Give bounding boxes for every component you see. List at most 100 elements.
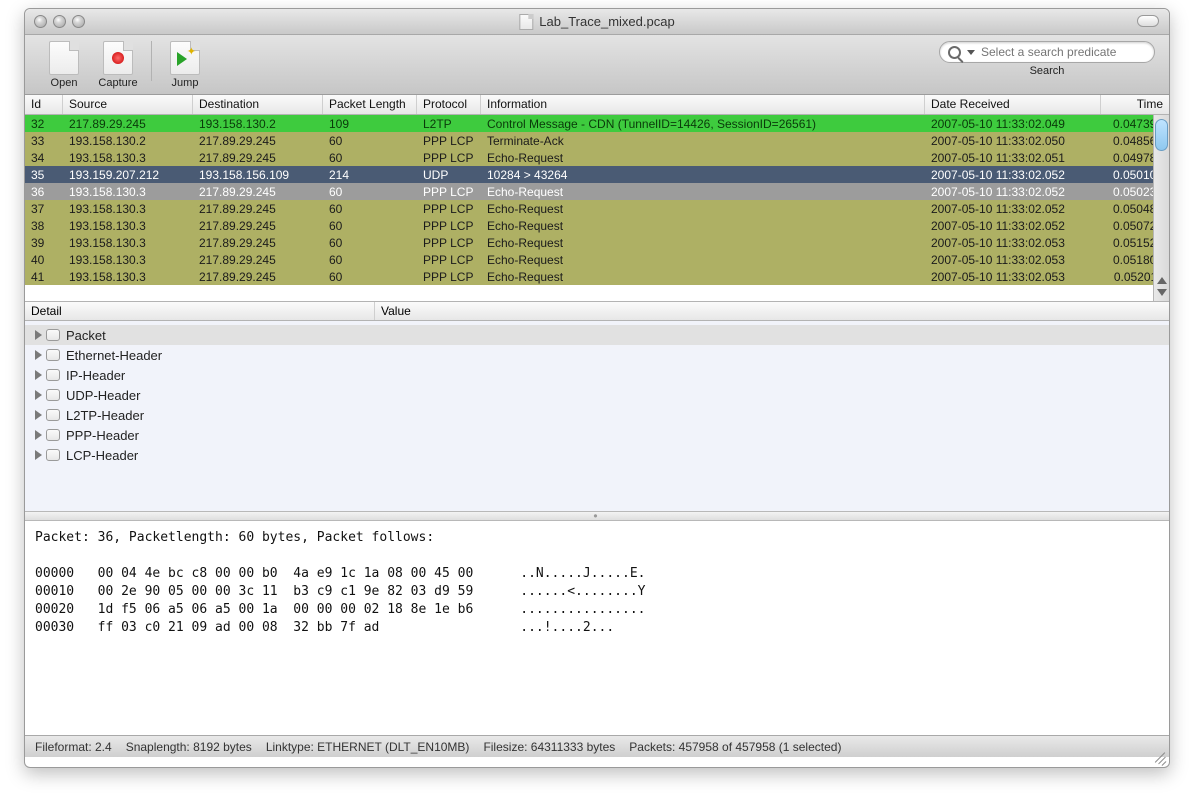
detail-node-label: L2TP-Header bbox=[66, 408, 144, 423]
detail-node-label: LCP-Header bbox=[66, 448, 138, 463]
detail-node[interactable]: L2TP-Header bbox=[35, 405, 1169, 425]
capture-button[interactable]: Capture bbox=[91, 41, 145, 89]
detail-node-label: PPP-Header bbox=[66, 428, 139, 443]
cell-destination: 217.89.29.245 bbox=[193, 251, 323, 269]
cell-id: 33 bbox=[25, 132, 63, 150]
capture-label: Capture bbox=[98, 77, 137, 89]
chevron-down-icon[interactable] bbox=[967, 50, 975, 55]
app-window: Lab_Trace_mixed.pcap Open Capture ✦ Jump… bbox=[24, 8, 1170, 768]
detail-node[interactable]: Packet bbox=[25, 325, 1169, 345]
col-protocol[interactable]: Protocol bbox=[417, 95, 481, 114]
col-destination[interactable]: Destination bbox=[193, 95, 323, 114]
pane-splitter[interactable] bbox=[25, 511, 1169, 521]
table-row[interactable]: 37193.158.130.3217.89.29.24560PPP LCPEch… bbox=[25, 200, 1169, 217]
disclosure-triangle-icon[interactable] bbox=[35, 370, 42, 380]
cell-length: 109 bbox=[323, 115, 417, 133]
search-field[interactable] bbox=[939, 41, 1155, 63]
cell-info: Echo-Request bbox=[481, 251, 925, 269]
cell-id: 38 bbox=[25, 217, 63, 235]
detail-node[interactable]: IP-Header bbox=[35, 365, 1169, 385]
cell-length: 214 bbox=[323, 166, 417, 184]
cell-length: 60 bbox=[323, 132, 417, 150]
disclosure-triangle-icon[interactable] bbox=[35, 430, 42, 440]
cell-date: 2007-05-10 11:33:02.052 bbox=[925, 200, 1101, 218]
cell-protocol: PPP LCP bbox=[417, 234, 481, 252]
detail-node-label: IP-Header bbox=[66, 368, 125, 383]
col-time[interactable]: Time bbox=[1101, 95, 1169, 114]
search-input[interactable] bbox=[981, 45, 1146, 59]
cell-protocol: L2TP bbox=[417, 115, 481, 133]
col-detail[interactable]: Detail bbox=[25, 302, 375, 320]
cell-protocol: PPP LCP bbox=[417, 149, 481, 167]
cell-protocol: PPP LCP bbox=[417, 217, 481, 235]
table-row[interactable]: 41193.158.130.3217.89.29.24560PPP LCPEch… bbox=[25, 268, 1169, 285]
col-date[interactable]: Date Received bbox=[925, 95, 1101, 114]
open-label: Open bbox=[51, 77, 78, 89]
detail-node[interactable]: LCP-Header bbox=[35, 445, 1169, 465]
col-value[interactable]: Value bbox=[375, 302, 1169, 320]
cell-info: Echo-Request bbox=[481, 200, 925, 218]
col-information[interactable]: Information bbox=[481, 95, 925, 114]
close-icon[interactable] bbox=[34, 15, 47, 28]
cell-length: 60 bbox=[323, 217, 417, 235]
cell-date: 2007-05-10 11:33:02.053 bbox=[925, 251, 1101, 269]
packet-list-header[interactable]: Id Source Destination Packet Length Prot… bbox=[25, 95, 1169, 115]
cell-source: 193.159.207.212 bbox=[63, 166, 193, 184]
detail-node[interactable]: UDP-Header bbox=[35, 385, 1169, 405]
table-row[interactable]: 38193.158.130.3217.89.29.24560PPP LCPEch… bbox=[25, 217, 1169, 234]
col-id[interactable]: Id bbox=[25, 95, 63, 114]
detail-tree[interactable]: Packet Ethernet-Header IP-Header UDP-Header… bbox=[25, 321, 1169, 511]
cell-destination: 217.89.29.245 bbox=[193, 149, 323, 167]
document-icon bbox=[519, 14, 533, 30]
col-source[interactable]: Source bbox=[63, 95, 193, 114]
record-icon bbox=[103, 41, 133, 75]
cell-id: 34 bbox=[25, 149, 63, 167]
cell-source: 193.158.130.3 bbox=[63, 183, 193, 201]
cell-protocol: PPP LCP bbox=[417, 183, 481, 201]
titlebar[interactable]: Lab_Trace_mixed.pcap bbox=[25, 9, 1169, 35]
table-row[interactable]: 32217.89.29.245193.158.130.2109L2TPContr… bbox=[25, 115, 1169, 132]
minimize-icon[interactable] bbox=[53, 15, 66, 28]
vertical-scrollbar[interactable] bbox=[1153, 115, 1169, 301]
scroll-down-icon[interactable] bbox=[1156, 288, 1167, 299]
link-icon bbox=[46, 389, 60, 401]
disclosure-triangle-icon[interactable] bbox=[35, 450, 42, 460]
scroll-up-icon[interactable] bbox=[1156, 276, 1167, 287]
cell-id: 36 bbox=[25, 183, 63, 201]
cell-date: 2007-05-10 11:33:02.052 bbox=[925, 217, 1101, 235]
table-row[interactable]: 35193.159.207.212193.158.156.109214UDP10… bbox=[25, 166, 1169, 183]
table-row[interactable]: 34193.158.130.3217.89.29.24560PPP LCPEch… bbox=[25, 149, 1169, 166]
cell-date: 2007-05-10 11:33:02.052 bbox=[925, 183, 1101, 201]
status-fileformat: Fileformat: 2.4 bbox=[35, 740, 112, 754]
detail-header[interactable]: Detail Value bbox=[25, 301, 1169, 321]
cell-info: Echo-Request bbox=[481, 149, 925, 167]
scroll-thumb[interactable] bbox=[1155, 119, 1168, 151]
toolbar: Open Capture ✦ Jump Search bbox=[25, 35, 1169, 95]
disclosure-triangle-icon[interactable] bbox=[35, 410, 42, 420]
hex-view[interactable]: Packet: 36, Packetlength: 60 bytes, Pack… bbox=[25, 521, 1169, 735]
open-button[interactable]: Open bbox=[37, 41, 91, 89]
table-row[interactable]: 36193.158.130.3217.89.29.24560PPP LCPEch… bbox=[25, 183, 1169, 200]
zoom-icon[interactable] bbox=[72, 15, 85, 28]
resize-grip-icon[interactable] bbox=[1151, 749, 1165, 763]
toolbar-toggle-icon[interactable] bbox=[1137, 15, 1159, 27]
table-row[interactable]: 40193.158.130.3217.89.29.24560PPP LCPEch… bbox=[25, 251, 1169, 268]
status-filesize: Filesize: 64311333 bytes bbox=[483, 740, 615, 754]
window-title-text: Lab_Trace_mixed.pcap bbox=[539, 14, 674, 29]
table-row[interactable]: 33193.158.130.2217.89.29.24560PPP LCPTer… bbox=[25, 132, 1169, 149]
jump-button[interactable]: ✦ Jump bbox=[158, 41, 212, 89]
disclosure-triangle-icon[interactable] bbox=[35, 390, 42, 400]
cell-destination: 193.158.130.2 bbox=[193, 115, 323, 133]
detail-node[interactable]: Ethernet-Header bbox=[35, 345, 1169, 365]
col-length[interactable]: Packet Length bbox=[323, 95, 417, 114]
disclosure-triangle-icon[interactable] bbox=[35, 330, 42, 340]
detail-node-label: Ethernet-Header bbox=[66, 348, 162, 363]
packet-list[interactable]: 32217.89.29.245193.158.130.2109L2TPContr… bbox=[25, 115, 1169, 301]
link-icon bbox=[46, 369, 60, 381]
disclosure-triangle-icon[interactable] bbox=[35, 350, 42, 360]
detail-node[interactable]: PPP-Header bbox=[35, 425, 1169, 445]
cell-date: 2007-05-10 11:33:02.053 bbox=[925, 234, 1101, 252]
jump-arrow-icon: ✦ bbox=[170, 41, 200, 75]
table-row[interactable]: 39193.158.130.3217.89.29.24560PPP LCPEch… bbox=[25, 234, 1169, 251]
cell-source: 193.158.130.3 bbox=[63, 234, 193, 252]
